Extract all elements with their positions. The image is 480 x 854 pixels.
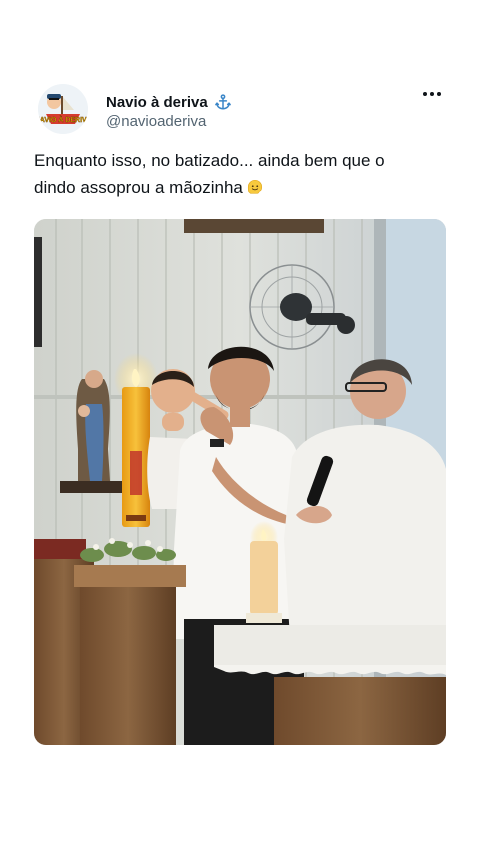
wooden-pedestal-icon <box>34 538 186 745</box>
avatar-logo-icon: NAVIO À DERIVA <box>38 84 88 134</box>
tweet-text: Enquanto isso, no batizado... ainda bem … <box>34 147 446 201</box>
more-horizontal-icon <box>430 92 434 96</box>
anchor-icon <box>214 94 231 110</box>
more-horizontal-icon <box>437 92 441 96</box>
avatar-logo-text: NAVIO À DERIVA <box>38 115 88 124</box>
baptism-photo-icon <box>34 219 446 745</box>
altar-candle-icon <box>246 521 282 623</box>
tweet-text-line-2: dindo assoprou a mãozinha <box>34 178 243 197</box>
tweet-header: NAVIO À DERIVA Navio à deriva @navioader… <box>34 84 446 138</box>
author-name[interactable]: Navio à deriva <box>106 94 208 111</box>
avatar[interactable]: NAVIO À DERIVA <box>38 84 88 134</box>
tweet-text-line-1: Enquanto isso, no batizado... ainda bem … <box>34 151 385 170</box>
more-options-button[interactable] <box>418 84 446 104</box>
tweet-photo[interactable] <box>34 219 446 745</box>
author-name-row[interactable]: Navio à deriva <box>106 92 232 112</box>
melting-face-emoji <box>247 179 262 194</box>
author-handle[interactable]: @navioaderiva <box>106 113 206 130</box>
more-horizontal-icon <box>423 92 427 96</box>
